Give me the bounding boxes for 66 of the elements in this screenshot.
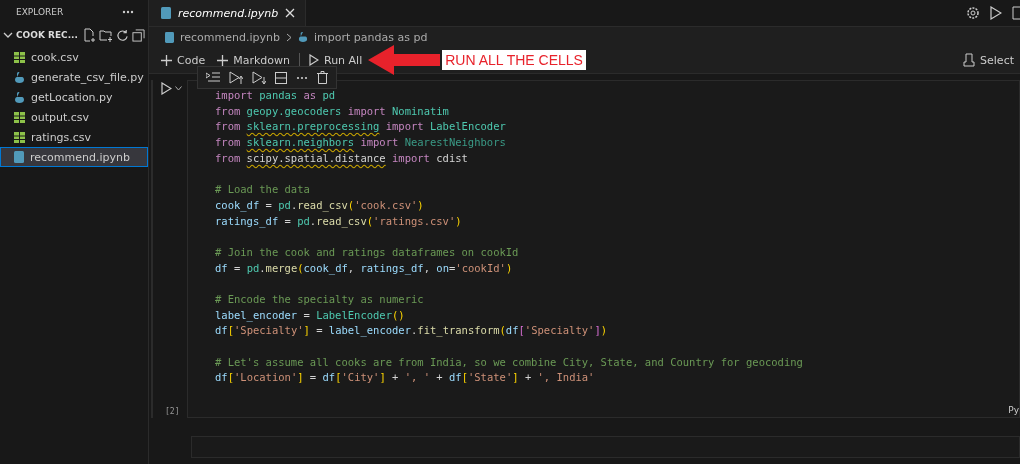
file-item[interactable]: ratings.csv (0, 127, 148, 147)
code-line: from sklearn.neighbors import NearestNeighbors (215, 135, 506, 151)
code-line: cook_df = pd.read_csv('cook.csv') (215, 197, 424, 214)
new-file-icon[interactable] (81, 28, 96, 42)
code-line: # Join the cook and ratings dataframes on cookId (215, 244, 519, 260)
code-line: df['Specialty'] = label_encoder.fit_transform(df['Specialty']) (215, 323, 608, 339)
delete-icon[interactable] (317, 71, 328, 84)
file-item[interactable]: getLocation.py (0, 87, 148, 107)
python-icon (298, 32, 308, 42)
notebook-icon (14, 151, 24, 163)
code-line: from scipy.spatial.distance import cdist (215, 150, 468, 166)
run-icon[interactable] (990, 6, 1002, 20)
more-icon[interactable] (296, 75, 308, 80)
split-editor-icon[interactable] (1012, 6, 1020, 20)
kernel-select-button[interactable]: Select (957, 51, 1020, 69)
breadcrumb-item[interactable]: recommend.ipynb (180, 30, 280, 44)
code-line: import pandas as pd (215, 88, 336, 103)
code-line: from sklearn.preprocessing import LabelEncoder (215, 119, 506, 135)
run-by-line-icon[interactable] (206, 71, 220, 84)
run-all-button[interactable]: Run All (303, 51, 369, 69)
plus-icon (217, 54, 229, 66)
code-line: # Load the data (215, 182, 310, 198)
file-item[interactable]: recommend.ipynb (0, 147, 148, 167)
new-folder-icon[interactable] (98, 28, 113, 42)
settings-icon[interactable] (966, 6, 980, 20)
execution-count: [2] (165, 407, 181, 416)
run-above-icon[interactable] (229, 71, 243, 84)
close-icon[interactable] (285, 8, 296, 18)
table-file-icon (14, 111, 25, 123)
split-cell-icon[interactable] (275, 71, 287, 84)
chevron-icon (286, 32, 292, 42)
run-below-icon[interactable] (252, 71, 266, 84)
code-editor[interactable] (187, 80, 1020, 418)
code-line: df['Location'] = df['City'] + ', ' + df['State'] + ', India' (215, 370, 595, 386)
language-label[interactable]: Py (1008, 405, 1019, 415)
plus-icon (161, 54, 172, 66)
refresh-icon[interactable] (115, 28, 129, 42)
chevron-icon[interactable] (3, 30, 13, 40)
add-cell-button[interactable]: Markdown (211, 51, 296, 69)
collapse-icon[interactable] (131, 28, 145, 42)
file-item[interactable]: output.csv (0, 107, 148, 127)
breadcrumb-item[interactable]: import pandas as pd (314, 30, 428, 44)
chevron-icon[interactable] (175, 86, 182, 91)
code-line: ratings_df = pd.read_csv('ratings.csv') (215, 213, 462, 230)
run-icon (309, 54, 319, 66)
code-line: # Let's assume all cooks are from India, so we combine City, State, and Country for geocoding (215, 354, 803, 370)
run-cell-icon[interactable] (161, 82, 172, 95)
python-icon (14, 71, 25, 83)
code-line: label_encoder = LabelEncoder() (215, 307, 405, 324)
notebook-icon (165, 31, 174, 43)
add-cell-button[interactable]: Code (155, 51, 212, 69)
explorer-title: EXPLORER (16, 7, 64, 17)
code-line: df = pd.merge(cook_df, ratings_df, on='cookId') (215, 260, 513, 277)
code-line: from geopy.geocoders import Nominatim (215, 103, 449, 119)
editor-tab[interactable]: recommend.ipynb (149, 0, 307, 26)
kernel-icon (963, 53, 976, 67)
folder-name[interactable]: COOK REC... (16, 30, 78, 40)
annotation-label: RUN ALL THE CELLS (442, 50, 586, 70)
code-line: # Encode the specialty as numeric (215, 291, 424, 307)
notebook-icon (161, 7, 171, 19)
table-file-icon (14, 131, 25, 143)
python-icon (14, 91, 25, 103)
file-item[interactable]: cook.csv (0, 47, 148, 67)
file-item[interactable]: generate_csv_file.py (0, 67, 148, 87)
more-icon[interactable] (122, 10, 134, 14)
table-file-icon (14, 51, 25, 63)
